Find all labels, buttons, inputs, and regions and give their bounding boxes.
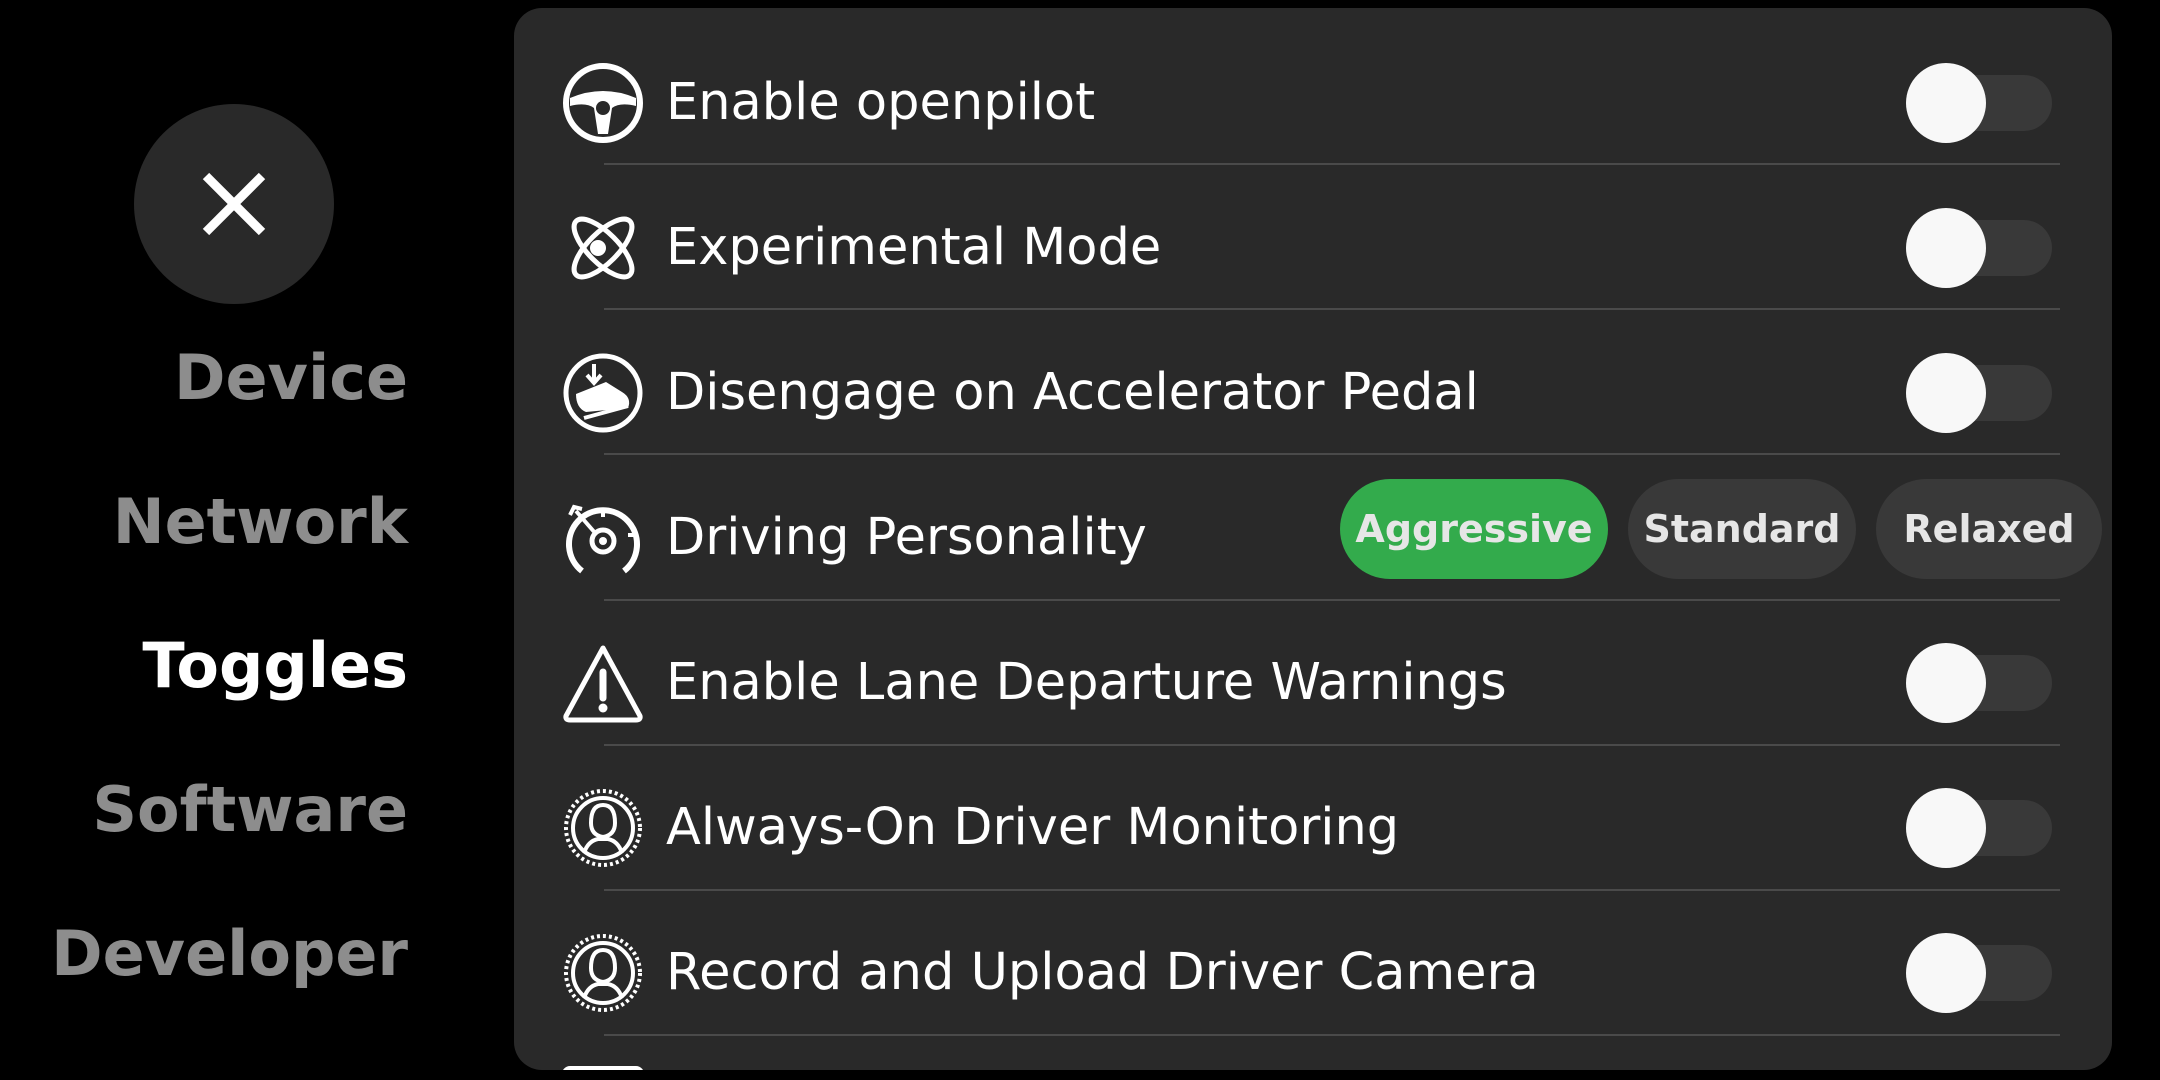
- experimental-mode-switch[interactable]: [1906, 208, 2052, 288]
- switch-knob: [1906, 788, 1986, 868]
- row-divider: [604, 744, 2060, 746]
- toggles-panel: Enable openpilot Experimental Mode Disen…: [514, 8, 2112, 1070]
- driver-camera-switch[interactable]: [1906, 933, 2052, 1013]
- driver-monitoring-icon: [564, 789, 642, 867]
- close-button[interactable]: [134, 104, 334, 304]
- switch-knob: [1906, 933, 1986, 1013]
- personality-aggressive-button[interactable]: Aggressive: [1340, 479, 1608, 579]
- switch-knob: [1906, 63, 1986, 143]
- toggle-row-experimental-mode[interactable]: Experimental Mode: [514, 175, 2112, 320]
- toggle-label: Disengage on Accelerator Pedal: [666, 363, 1479, 422]
- settings-screen: Device Network Toggles Software Develope…: [0, 0, 2160, 1080]
- switch-knob: [1906, 353, 1986, 433]
- toggle-label: Enable openpilot: [666, 73, 1096, 132]
- row-divider: [604, 599, 2060, 601]
- sidebar-item-toggles[interactable]: Toggles: [142, 606, 408, 726]
- sidebar-item-device[interactable]: Device: [174, 318, 408, 438]
- toggle-row-driver-camera[interactable]: Record and Upload Driver Camera: [514, 900, 2112, 1045]
- toggle-label: Record and Upload Driver Camera: [666, 943, 1539, 1002]
- row-divider: [604, 453, 2060, 455]
- driver-camera-icon: [564, 934, 642, 1012]
- disengage-accelerator-switch[interactable]: [1906, 353, 2052, 433]
- toggle-label: Enable Lane Departure Warnings: [666, 653, 1507, 712]
- driver-monitoring-switch[interactable]: [1906, 788, 2052, 868]
- accelerator-pedal-icon: [563, 353, 643, 433]
- close-x-icon: [202, 172, 266, 236]
- personality-standard-button[interactable]: Standard: [1628, 479, 1856, 579]
- sidebar-item-software[interactable]: Software: [92, 750, 408, 870]
- speedometer-icon: [566, 504, 640, 574]
- personality-relaxed-button[interactable]: Relaxed: [1876, 479, 2102, 579]
- toggle-row-driver-monitoring[interactable]: Always-On Driver Monitoring: [514, 755, 2112, 900]
- row-divider: [604, 1034, 2060, 1036]
- toggle-label: Experimental Mode: [666, 218, 1162, 277]
- sidebar-item-network[interactable]: Network: [113, 462, 408, 582]
- atom-icon: [571, 216, 635, 280]
- toggle-label: Always-On Driver Monitoring: [666, 798, 1400, 857]
- steering-wheel-icon: [563, 63, 643, 143]
- toggle-row-lane-departure[interactable]: Enable Lane Departure Warnings: [514, 610, 2112, 755]
- row-divider: [604, 163, 2060, 165]
- settings-sidebar: Device Network Toggles Software Develope…: [0, 0, 408, 1080]
- toggle-row-disengage-accelerator[interactable]: Disengage on Accelerator Pedal: [514, 320, 2112, 465]
- row-divider: [604, 889, 2060, 891]
- switch-knob: [1906, 643, 1986, 723]
- driving-personality-row: Driving Personality: [514, 465, 2112, 610]
- row-divider: [604, 308, 2060, 310]
- setting-label: Driving Personality: [666, 508, 1147, 567]
- next-row-icon-partial: [562, 1066, 644, 1070]
- switch-knob: [1906, 208, 1986, 288]
- enable-openpilot-switch[interactable]: [1906, 63, 2052, 143]
- toggle-row-enable-openpilot[interactable]: Enable openpilot: [514, 30, 2112, 175]
- sidebar-item-developer[interactable]: Developer: [51, 894, 408, 1014]
- warning-triangle-icon: [563, 645, 643, 723]
- lane-departure-switch[interactable]: [1906, 643, 2052, 723]
